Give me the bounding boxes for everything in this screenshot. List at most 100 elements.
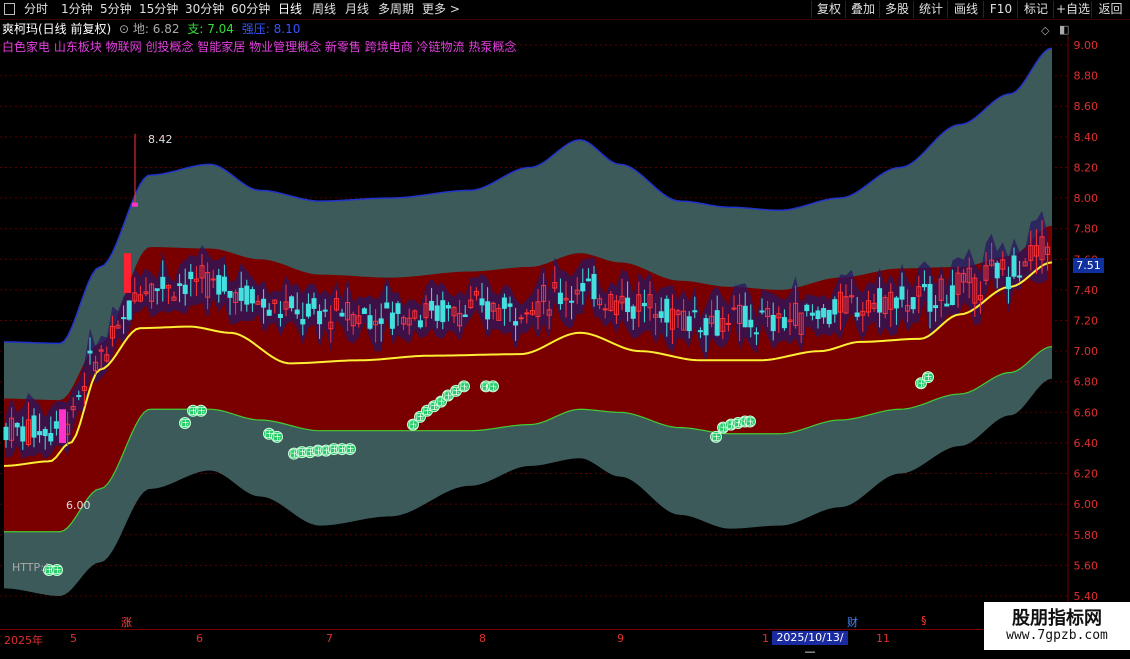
pressure-signal-text: 压: [488, 382, 497, 393]
candle-body: [664, 298, 670, 323]
candle-body: [770, 314, 776, 332]
time-axis: 2025年 5 6 7 8 9 1 11: [0, 629, 1130, 651]
period-daily[interactable]: 日线: [278, 1, 302, 18]
event-s-marker[interactable]: §: [921, 614, 927, 627]
candle-body: [714, 310, 720, 336]
zhi-label: 支:: [187, 22, 204, 36]
support-value: 6.82: [152, 22, 180, 36]
price-tick-label: 7.40: [1074, 284, 1099, 297]
multi-stock-button[interactable]: 多股: [879, 1, 914, 18]
high-price-label: 8.42: [148, 133, 173, 146]
candle-body: [1011, 255, 1017, 277]
highlight-candle: [59, 409, 66, 443]
candle-body: [126, 300, 132, 320]
candle-body: [395, 303, 401, 314]
candle-body: [378, 318, 384, 324]
price-tick-label: 9.00: [1074, 39, 1099, 52]
year-label: 2025年: [4, 634, 43, 647]
month-11-label: 11: [876, 632, 890, 645]
candle-body: [434, 305, 440, 321]
candle-body: [921, 283, 927, 288]
concept-tags: 白色家电 山东板块 物联网 创投概念 智能家居 物业管理概念 新零售 跨境电商 …: [2, 40, 517, 54]
candle-body: [154, 288, 160, 292]
candle-body: [877, 288, 883, 313]
candle-body: [20, 426, 26, 442]
settings-icon[interactable]: ⊙: [119, 22, 129, 36]
candle-body: [121, 317, 127, 320]
period-more[interactable]: 更多 >: [422, 1, 460, 18]
candle-body: [177, 283, 183, 286]
pressure-label: 强压:: [241, 22, 270, 36]
candle-body: [501, 297, 507, 309]
back-button[interactable]: 返回: [1091, 1, 1129, 18]
diamond-icon[interactable]: ◇: [1041, 24, 1049, 37]
period-30min[interactable]: 30分钟: [185, 1, 224, 18]
price-tick-label: 6.60: [1074, 406, 1099, 419]
candle-body: [524, 312, 530, 315]
candle-body: [182, 284, 188, 295]
period-15min[interactable]: 15分钟: [139, 1, 178, 18]
candle-body: [305, 303, 311, 317]
price-tick-label: 8.60: [1074, 100, 1099, 113]
panel-toggle-icon[interactable]: ◧: [1059, 23, 1069, 36]
period-5min[interactable]: 5分钟: [100, 1, 132, 18]
candle-body: [933, 305, 939, 309]
candle-body: [513, 321, 519, 326]
candle-body: [899, 286, 905, 300]
candle-body: [585, 278, 591, 282]
price-tick-label: 8.20: [1074, 161, 1099, 174]
candle-body: [238, 287, 244, 301]
candle-body: [221, 276, 227, 292]
stats-button[interactable]: 统计: [913, 1, 948, 18]
candle-body: [76, 395, 82, 398]
candle-body: [462, 314, 468, 318]
kline-chart[interactable]: 压压压压压压压压压压压压压压压压压压压压压压压压压压压压压压压压压 9.008.…: [0, 36, 1130, 629]
candle-body: [742, 305, 748, 328]
candle-body: [384, 302, 390, 309]
candle-body: [317, 310, 323, 325]
add-watchlist-button[interactable]: +自选: [1053, 1, 1092, 18]
channel-bands: [4, 48, 1052, 597]
candle-body: [188, 271, 194, 280]
candle-body: [300, 318, 306, 325]
period-toolbar: 分时 1分钟 5分钟 15分钟 30分钟 60分钟 日线 周线 月线 多周期 更…: [0, 0, 1130, 20]
period-multi[interactable]: 多周期: [378, 1, 414, 18]
candle-body: [809, 312, 815, 316]
candle-body: [944, 303, 950, 307]
pressure-value: 8.10: [273, 22, 301, 36]
draw-line-button[interactable]: 画线: [947, 1, 984, 18]
event-cai-marker[interactable]: 财: [847, 614, 858, 630]
fuquan-button[interactable]: 复权: [811, 1, 846, 18]
period-monthly[interactable]: 月线: [345, 1, 369, 18]
candle-body: [210, 278, 216, 281]
candle-body: [311, 298, 317, 309]
month-9-label: 9: [617, 632, 624, 645]
candle-body: [804, 304, 810, 312]
candle-body: [361, 308, 367, 314]
month-8-label: 8: [479, 632, 486, 645]
candle-body: [339, 312, 345, 317]
period-fenshi[interactable]: 分时: [24, 1, 48, 18]
period-60min[interactable]: 60分钟: [231, 1, 270, 18]
candle-body: [927, 283, 933, 312]
overlay-button[interactable]: 叠加: [845, 1, 880, 18]
period-1min[interactable]: 1分钟: [61, 1, 93, 18]
candle-body: [748, 319, 754, 328]
month-5-label: 5: [70, 632, 77, 645]
window-icon[interactable]: [4, 3, 15, 15]
month-7-label: 7: [326, 632, 333, 645]
candle-body: [641, 302, 647, 307]
period-weekly[interactable]: 周线: [312, 1, 336, 18]
candle-body: [832, 299, 838, 315]
candle-body: [417, 320, 423, 328]
http-text: HTTP:/: [12, 561, 48, 574]
candle-body: [781, 317, 787, 329]
event-zhang-marker[interactable]: 涨: [121, 614, 132, 630]
indicator-info-bar: 爽柯玛(日线 前复权) ⊙ 地: 6.82 支: 7.04 强压: 8.10: [2, 21, 300, 37]
cursor-date: 2025/10/13/—: [772, 631, 848, 658]
candle-body: [630, 306, 636, 319]
candle-body: [48, 432, 54, 442]
support-label: 地:: [132, 22, 149, 36]
f10-button[interactable]: F10: [983, 1, 1018, 18]
mark-button[interactable]: 标记: [1017, 1, 1054, 18]
